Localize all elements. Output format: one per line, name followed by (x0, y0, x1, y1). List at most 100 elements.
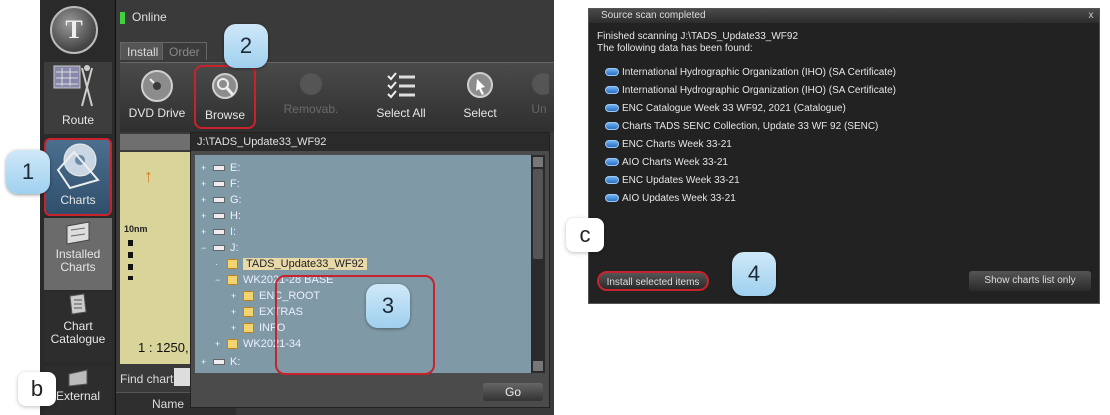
callout-step-2: 2 (224, 24, 268, 68)
scan-item-label: International Hydrographic Organization … (622, 66, 897, 78)
scan-item[interactable]: International Hydrographic Organization … (605, 83, 896, 97)
scan-item-label: International Hydrographic Organization … (622, 84, 897, 96)
folder-icon (227, 275, 238, 285)
collapse-icon: − (201, 243, 207, 253)
close-icon[interactable]: x (1085, 10, 1097, 21)
external-icon (68, 369, 88, 387)
checkbox-icon[interactable] (605, 104, 619, 112)
callout-step-4: 4 (732, 252, 776, 296)
scale-bar (128, 240, 133, 280)
browse-magnifier-icon (212, 73, 238, 99)
scan-item[interactable]: Charts TADS SENC Collection, Update 33 W… (605, 119, 878, 133)
drive-icon (213, 245, 225, 251)
tree-item-drive-g[interactable]: + G: (201, 193, 242, 207)
checkbox-icon[interactable] (605, 122, 619, 130)
callout-label-b: b (18, 372, 56, 406)
tree-item-label: G: (230, 194, 242, 206)
browse-dialog-path: J:\TADS_Update33_WF92 (191, 133, 549, 151)
removable-button[interactable]: Removab. (276, 65, 346, 129)
sidebar: T Route Charts Installed Charts Chart Ca… (40, 0, 116, 415)
checkbox-icon[interactable] (605, 86, 619, 94)
scan-item[interactable]: AIO Charts Week 33-21 (605, 155, 728, 169)
scan-found-text: The following data has been found: (597, 43, 753, 54)
tree-item-tads-update[interactable]: · TADS_Update33_WF92 (215, 257, 367, 271)
scan-item[interactable]: ENC Charts Week 33-21 (605, 137, 732, 151)
route-icon (53, 65, 93, 107)
scan-item[interactable]: AIO Updates Week 33-21 (605, 191, 736, 205)
drive-icon (213, 229, 225, 235)
sidebar-label-external: External (55, 389, 101, 403)
sidebar-label-route: Route (61, 113, 95, 127)
drive-icon (213, 165, 225, 171)
scan-item-label: ENC Charts Week 33-21 (622, 138, 732, 150)
tree-item-drive-k[interactable]: + K: (201, 355, 240, 369)
chart-preview-map[interactable]: ↑ 10nm 1 : 1250, (120, 152, 192, 364)
dvd-drive-button[interactable]: DVD Drive (126, 65, 188, 129)
sidebar-item-route[interactable]: Route (44, 62, 112, 134)
expand-icon: + (231, 307, 237, 317)
scroll-down-arrow[interactable] (533, 361, 543, 371)
go-button[interactable]: Go (483, 383, 543, 401)
expand-icon: + (201, 195, 207, 205)
scroll-thumb[interactable] (533, 169, 543, 259)
folder-icon (243, 291, 254, 301)
folder-tree: + E: + F: + G: + H: + I: − J: · TADS_Update33_W… (195, 155, 531, 375)
checkbox-icon[interactable] (605, 158, 619, 166)
show-charts-list-only-button[interactable]: Show charts list only (969, 271, 1091, 291)
scan-item[interactable]: International Hydrographic Organization … (605, 65, 896, 79)
folder-tree-scrollbar[interactable] (531, 155, 545, 373)
browse-label: Browse (204, 108, 245, 122)
dvd-drive-label: DVD Drive (128, 106, 186, 120)
install-selected-items-button[interactable]: Install selected items (597, 271, 709, 291)
expand-icon: + (201, 357, 207, 367)
scroll-up-arrow[interactable] (533, 157, 543, 167)
folder-icon (227, 259, 238, 269)
charts-icon (56, 143, 100, 190)
removable-drive-icon (300, 73, 322, 95)
scan-dialog-title: Source scan completed (589, 9, 1099, 23)
sidebar-label-charts: Charts (60, 193, 96, 207)
tree-item-drive-i[interactable]: + I: (201, 225, 236, 239)
unselect-label: Un (531, 102, 547, 116)
unselect-button[interactable]: Un (524, 65, 554, 129)
dvd-icon (141, 70, 173, 102)
scan-item-label: AIO Charts Week 33-21 (622, 156, 728, 168)
folder-icon (227, 339, 238, 349)
sidebar-item-chart-catalogue[interactable]: Chart Catalogue (44, 292, 112, 362)
drive-icon (213, 359, 225, 365)
sidebar-item-charts[interactable]: Charts (44, 138, 112, 216)
scan-item[interactable]: ENC Catalogue Week 33 WF92, 2021 (Catalo… (605, 101, 846, 115)
checkbox-icon[interactable] (605, 68, 619, 76)
tree-item-label: I: (230, 226, 237, 238)
select-button[interactable]: Select (450, 65, 510, 129)
scan-item-label: ENC Catalogue Week 33 WF92, 2021 (Catalo… (622, 102, 846, 114)
expand-icon: + (201, 227, 207, 237)
source-scan-dialog: Source scan completed x Finished scannin… (588, 8, 1100, 304)
checkbox-icon[interactable] (605, 194, 619, 202)
tree-item-label: E: (230, 162, 241, 174)
checkbox-icon[interactable] (605, 176, 619, 184)
install-toolbar: DVD Drive Browse Removab. Select All Sel… (120, 62, 554, 132)
expand-icon: + (201, 163, 207, 173)
tab-install[interactable]: Install (120, 42, 166, 60)
scan-item[interactable]: ENC Updates Week 33-21 (605, 173, 740, 187)
select-all-button[interactable]: Select All (368, 65, 434, 129)
callout-step-3: 3 (366, 284, 410, 328)
app-logo: T (50, 6, 98, 54)
folder-icon (243, 323, 254, 333)
tree-item-drive-e[interactable]: + E: (201, 161, 240, 175)
tree-item-drive-h[interactable]: + H: (201, 209, 241, 223)
unselect-icon (532, 73, 549, 95)
checkbox-icon[interactable] (605, 140, 619, 148)
tree-item-label: H: (230, 210, 241, 222)
scan-item-label: ENC Updates Week 33-21 (622, 174, 740, 186)
expand-icon: + (201, 211, 207, 221)
select-icon (467, 72, 493, 98)
tab-order[interactable]: Order (162, 42, 207, 60)
tree-item-drive-j[interactable]: − J: (201, 241, 239, 255)
tree-item-drive-f[interactable]: + F: (201, 177, 240, 191)
tree-item-label: F: (230, 178, 240, 190)
sidebar-item-installed-charts[interactable]: Installed Charts (44, 218, 112, 290)
callout-step-1: 1 (6, 150, 50, 194)
browse-button[interactable]: Browse (194, 65, 256, 129)
